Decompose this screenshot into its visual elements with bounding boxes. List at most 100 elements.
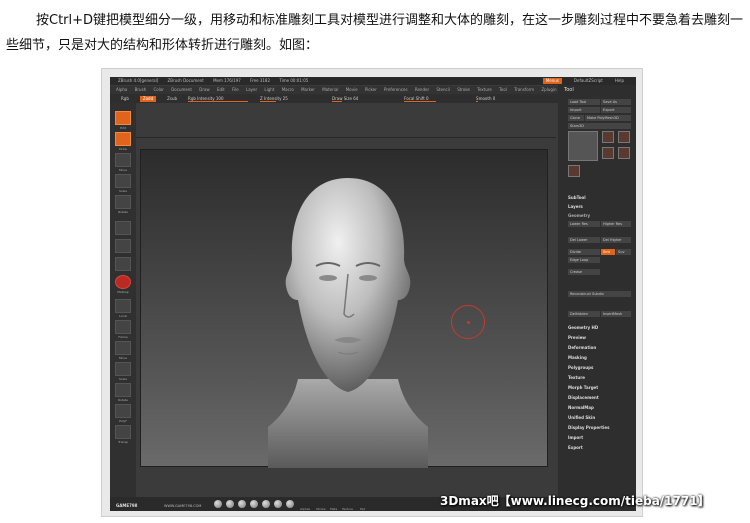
menu-picker[interactable]: Picker xyxy=(365,87,377,92)
menu-stroke[interactable]: Stroke xyxy=(457,87,470,92)
menu-marker[interactable]: Marker xyxy=(301,87,315,92)
stroke-label[interactable]: Stroke xyxy=(316,507,326,511)
tool-section[interactable]: Unified Skin xyxy=(568,415,595,420)
del-lower-button[interactable]: Del Lower xyxy=(568,237,600,243)
alpha-icon[interactable] xyxy=(115,257,131,271)
brush-icon[interactable] xyxy=(115,221,131,235)
mats-label[interactable]: Mats xyxy=(330,507,337,511)
smt-toggle[interactable]: Smt xyxy=(601,249,615,255)
edge-loop-button[interactable]: Edge Loop xyxy=(568,257,600,263)
zadd-toggle[interactable]: Zadd xyxy=(139,95,157,102)
zsub-toggle[interactable]: Zsub xyxy=(164,96,180,102)
material-icon[interactable] xyxy=(115,275,131,289)
menu-transform[interactable]: Transform xyxy=(514,87,534,92)
menu-draw[interactable]: Draw xyxy=(199,87,209,92)
subtool-section[interactable]: SubTool xyxy=(568,195,586,200)
geometry-section[interactable]: Geometry xyxy=(568,213,590,218)
material-ball-icon[interactable] xyxy=(238,500,246,508)
tool-section[interactable]: Masking xyxy=(568,355,587,360)
load-tool-button[interactable]: Load Tool xyxy=(568,99,600,105)
menu-color[interactable]: Color xyxy=(153,87,163,92)
tool-section[interactable]: Export xyxy=(568,445,583,450)
rotate-icon[interactable] xyxy=(115,195,131,209)
texture-label[interactable]: Texture xyxy=(342,507,353,511)
lower-res-button[interactable]: Lower Res xyxy=(568,221,600,227)
edit-icon[interactable] xyxy=(115,111,131,125)
rgb-toggle[interactable]: Rgb xyxy=(118,96,132,102)
draw-icon[interactable] xyxy=(115,132,131,146)
suv-toggle[interactable]: Suv xyxy=(616,249,631,255)
menu-layer[interactable]: Layer xyxy=(246,87,257,92)
scale-icon[interactable] xyxy=(115,174,131,188)
ppt-label[interactable]: Ppt xyxy=(360,507,365,511)
material-ball-icon[interactable] xyxy=(226,500,234,508)
tool-section[interactable]: Morph Target xyxy=(568,385,598,390)
menu-brush[interactable]: Brush xyxy=(135,87,147,92)
frame-icon[interactable] xyxy=(115,320,131,334)
material-ball-icon[interactable] xyxy=(250,500,258,508)
draw-size-slider[interactable]: Draw Size 64 xyxy=(332,96,396,102)
insertmesh-button[interactable]: InsertMesh xyxy=(601,311,631,317)
scale-view-icon[interactable] xyxy=(115,362,131,376)
help-button[interactable]: Help xyxy=(615,77,624,85)
rgb-intensity-slider[interactable]: Rgb Intensity 100 xyxy=(188,96,252,102)
smooth-slider[interactable]: Smooth 0 xyxy=(476,96,540,102)
tool-section[interactable]: Texture xyxy=(568,375,585,380)
alphas-label[interactable]: Alphas xyxy=(300,507,310,511)
material-ball-icon[interactable] xyxy=(274,500,282,508)
menu-tool[interactable]: Tool xyxy=(499,87,507,92)
tool-thumbnail[interactable] xyxy=(602,131,614,143)
polyframe-icon[interactable] xyxy=(115,404,131,418)
tool-thumbnail[interactable] xyxy=(618,131,630,143)
menu-material[interactable]: Material xyxy=(322,87,338,92)
3d-viewport[interactable] xyxy=(140,149,548,468)
menu-preferences[interactable]: Preferences xyxy=(384,87,408,92)
local-icon[interactable] xyxy=(115,299,131,313)
del-higher-button[interactable]: Del Higher xyxy=(601,237,631,243)
menu-macro[interactable]: Macro xyxy=(282,87,294,92)
save-as-button[interactable]: Save As xyxy=(601,99,631,105)
move-icon[interactable] xyxy=(115,153,131,167)
make-polymesh-button[interactable]: Make PolyMesh3D xyxy=(585,115,631,121)
export-button[interactable]: Export xyxy=(601,107,631,113)
tool-section[interactable]: Polygroups xyxy=(568,365,593,370)
tool-section[interactable]: NormalMap xyxy=(568,405,594,410)
move-view-icon[interactable] xyxy=(115,341,131,355)
tool-section[interactable]: Preview xyxy=(568,335,586,340)
menu-light[interactable]: Light xyxy=(264,87,274,92)
stroke-icon[interactable] xyxy=(115,239,131,253)
divide-button[interactable]: Divide xyxy=(568,249,600,255)
current-tool-thumbnail[interactable] xyxy=(568,131,598,161)
tool-thumbnail[interactable] xyxy=(618,147,630,159)
reconstruct-subdiv-button[interactable]: Reconstruct Subdiv xyxy=(568,291,631,297)
material-ball-icon[interactable] xyxy=(262,500,270,508)
menu-document[interactable]: Document xyxy=(171,87,192,92)
menu-texture[interactable]: Texture xyxy=(477,87,492,92)
tool-section[interactable]: Import xyxy=(568,435,583,440)
higher-res-button[interactable]: Higher Res xyxy=(601,221,631,227)
layers-section[interactable]: Layers xyxy=(568,204,583,209)
tool-section[interactable]: Deformation xyxy=(568,345,596,350)
crease-button[interactable]: Crease xyxy=(568,269,600,275)
tool-section[interactable]: Display Properties xyxy=(568,425,609,430)
menu-file[interactable]: File xyxy=(232,87,239,92)
tool-thumbnail[interactable] xyxy=(568,165,580,177)
menu-alpha[interactable]: Alpha xyxy=(116,87,127,92)
menu-zplugin[interactable]: Zplugin xyxy=(541,87,556,92)
clone-button[interactable]: Clone xyxy=(568,115,584,121)
z-intensity-slider[interactable]: Z Intensity 25 xyxy=(260,96,324,102)
tool-section[interactable]: Geometry HD xyxy=(568,325,598,330)
focal-shift-slider[interactable]: Focal Shift 0 xyxy=(404,96,468,102)
menus-button[interactable]: Menus xyxy=(542,78,562,84)
material-ball-icon[interactable] xyxy=(286,500,294,508)
rotate-view-icon[interactable] xyxy=(115,383,131,397)
menu-edit[interactable]: Edit xyxy=(217,87,225,92)
transparent-icon[interactable] xyxy=(115,425,131,439)
import-button[interactable]: Import xyxy=(568,107,600,113)
tool-section[interactable]: Displacement xyxy=(568,395,599,400)
delhidden-button[interactable]: Delhidden xyxy=(568,311,600,317)
menu-movie[interactable]: Movie xyxy=(346,87,358,92)
tool-thumbnail[interactable] xyxy=(602,147,614,159)
material-ball-icon[interactable] xyxy=(214,500,222,508)
zscript-button[interactable]: DefaultZScript xyxy=(574,77,603,85)
